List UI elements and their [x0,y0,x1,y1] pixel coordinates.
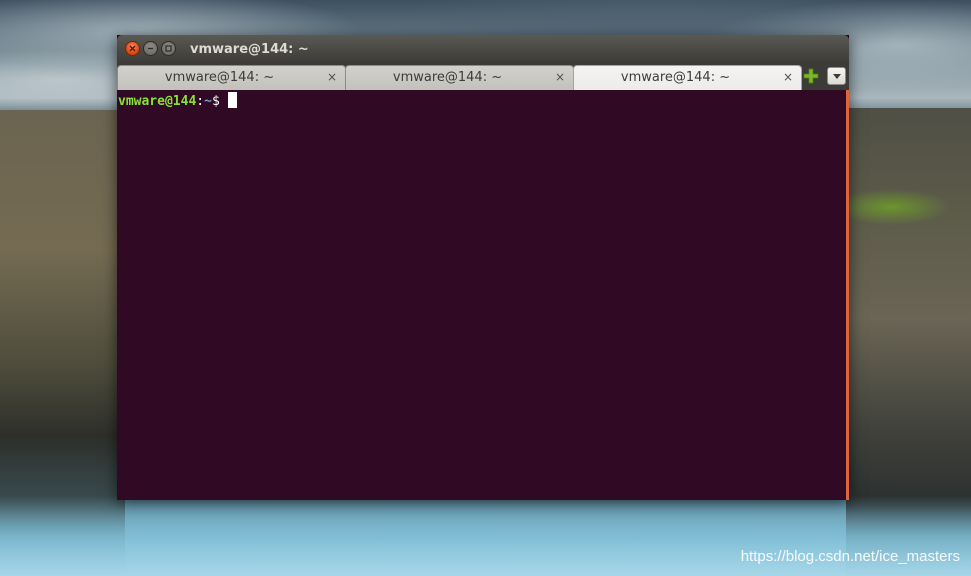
tab-bar: vmware@144: ~ × vmware@144: ~ × vmware@1… [117,64,849,90]
prompt-separator: : [196,94,205,109]
tab-3[interactable]: vmware@144: ~ × [573,65,802,90]
text-cursor [227,92,237,108]
wallpaper-moss [831,185,951,230]
chevron-down-icon [832,73,841,79]
tab-1[interactable]: vmware@144: ~ × [117,65,346,90]
window-minimize-button[interactable] [143,41,158,56]
window-right-edge [846,90,849,500]
tab-label: vmware@144: ~ [392,70,503,85]
tab-close-icon[interactable]: × [783,70,793,84]
prompt-user-host: vmware@144 [118,94,197,109]
maximize-icon [165,45,172,52]
prompt-symbol: $ [211,94,220,109]
window-close-button[interactable] [125,41,140,56]
plus-icon [803,68,819,84]
prompt-line: vmware@144:~$ [118,92,237,110]
window-maximize-button[interactable] [161,41,176,56]
watermark: https://blog.csdn.net/ice_masters [740,548,960,565]
window-title: vmware@144: ~ [190,42,309,57]
tab-close-icon[interactable]: × [327,70,337,84]
tab-label: vmware@144: ~ [164,70,275,85]
tab-label: vmware@144: ~ [620,70,731,85]
prompt-directory: ~ [204,94,212,109]
terminal-area[interactable]: vmware@144:~$ [117,90,846,500]
tab-2[interactable]: vmware@144: ~ × [345,65,574,90]
tab-menu-button[interactable] [827,67,846,85]
new-tab-button[interactable] [803,68,819,84]
minimize-icon [148,47,153,50]
title-bar[interactable]: vmware@144: ~ [117,35,849,64]
close-icon [129,45,136,52]
tab-close-icon[interactable]: × [555,70,565,84]
terminal-window: vmware@144: ~ vmware@144: ~ × vmware@144… [117,35,849,500]
